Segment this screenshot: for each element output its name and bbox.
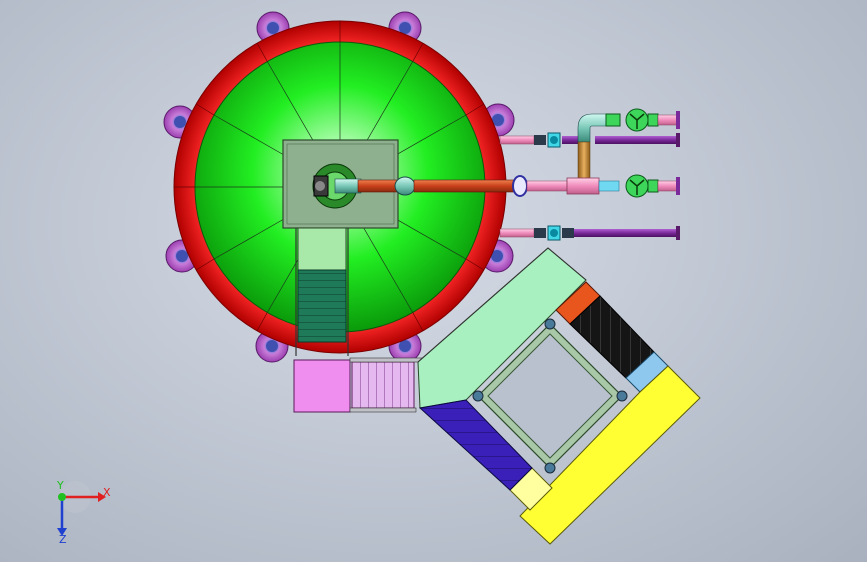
tank-model-view[interactable]: X Y Z	[0, 0, 867, 562]
valve-lower-cyan[interactable]	[547, 225, 561, 241]
pipe-upper-dark[interactable]	[534, 135, 546, 145]
walkway-bottom-rail	[349, 407, 417, 413]
pipe-middle-cyan[interactable]	[598, 180, 620, 192]
pipe-lower-dark2[interactable]	[562, 228, 574, 238]
axis-triad: X Y Z	[56, 479, 111, 546]
pipe-lower-purple-cap	[676, 226, 680, 240]
pipe-bronze-riser[interactable]	[577, 141, 591, 181]
pipe-lower-pink[interactable]	[499, 228, 535, 238]
pipe-middle-pink-right[interactable]	[657, 180, 679, 192]
valve-middle-green[interactable]	[625, 174, 649, 198]
pipe-top-green[interactable]	[605, 113, 621, 127]
pipe-middle-purple-cap	[676, 177, 680, 195]
pipe-upper-purple-right[interactable]	[595, 136, 679, 144]
valve-top-green[interactable]	[625, 108, 649, 132]
cad-viewport[interactable]: X Y Z	[0, 0, 867, 562]
pipe-upper-purple-cap	[676, 133, 680, 147]
y-axis-label: Y	[56, 479, 64, 492]
pipe-top-purple-cap	[676, 111, 680, 129]
outlet-flange[interactable]	[512, 175, 528, 197]
pipe-top-green-right[interactable]	[647, 113, 659, 127]
stair-landing-green[interactable]	[297, 227, 347, 271]
outlet-pipe-orange-long[interactable]	[413, 179, 515, 193]
landing-pink[interactable]	[293, 359, 351, 413]
pipe-upper-pink[interactable]	[499, 135, 535, 145]
outlet-pipe-elbow[interactable]	[394, 176, 416, 196]
outlet-pipe-teal[interactable]	[334, 178, 362, 194]
y-axis-dot	[58, 493, 66, 501]
pipe-lower-dark[interactable]	[534, 228, 546, 238]
pipe-top-pink[interactable]	[657, 114, 679, 126]
pipe-middle-tee[interactable]	[566, 177, 600, 195]
pipe-middle-green-right[interactable]	[647, 179, 659, 193]
z-axis-label: Z	[59, 533, 67, 546]
stair-flight-green[interactable]	[297, 269, 347, 343]
valve-upper-cyan[interactable]	[547, 132, 561, 148]
walkway-stair-pink[interactable]	[351, 361, 415, 409]
pipe-middle-pink[interactable]	[526, 180, 568, 192]
x-axis-label: X	[103, 486, 111, 499]
pipe-lower-purple[interactable]	[574, 229, 678, 237]
pipe-upper-purple[interactable]	[562, 136, 580, 144]
